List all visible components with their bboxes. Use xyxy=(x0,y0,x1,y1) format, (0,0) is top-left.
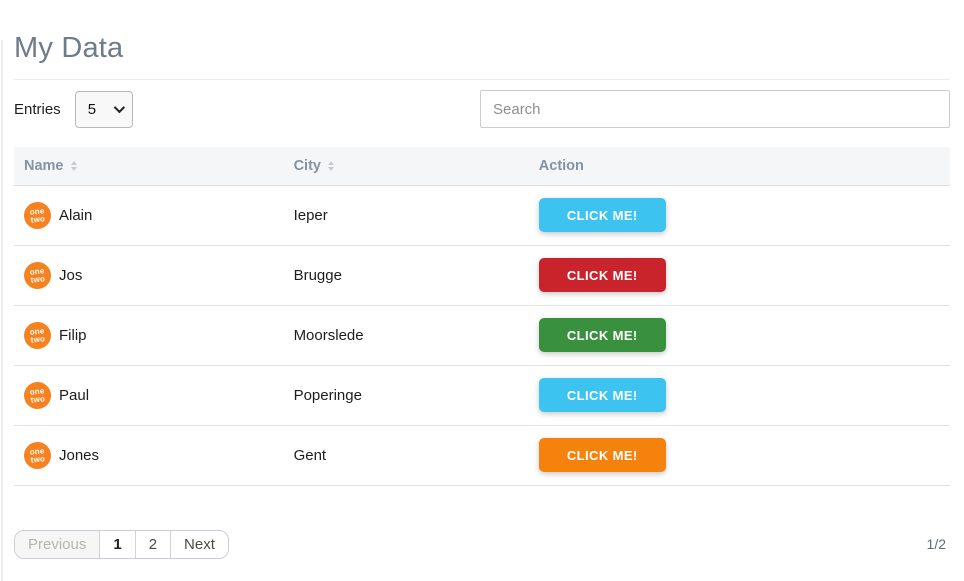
entries-control: Entries 5 xyxy=(14,91,133,128)
pagination-next-button[interactable]: Next xyxy=(171,531,228,558)
page-indicator: 1/2 xyxy=(927,536,950,552)
table-row: one two Paul Poperinge CLICK ME! xyxy=(14,365,950,425)
click-me-button[interactable]: CLICK ME! xyxy=(539,198,666,232)
click-me-button[interactable]: CLICK ME! xyxy=(539,258,666,292)
city-cell: Brugge xyxy=(284,245,529,305)
column-header-city-label: City xyxy=(294,158,321,174)
data-table: Name City Action o xyxy=(14,147,950,486)
table-row: one two Jones Gent CLICK ME! xyxy=(14,425,950,485)
entries-select-wrap: 5 xyxy=(75,91,133,128)
pagination-previous-button[interactable]: Previous xyxy=(15,531,100,558)
pagination-page-2[interactable]: 2 xyxy=(136,531,171,558)
name-cell: Jos xyxy=(59,267,82,284)
title-divider xyxy=(14,79,950,80)
click-me-button[interactable]: CLICK ME! xyxy=(539,378,666,412)
click-me-button[interactable]: CLICK ME! xyxy=(539,438,666,472)
table-row: one two Alain Ieper CLICK ME! xyxy=(14,185,950,245)
name-cell: Filip xyxy=(59,327,87,344)
sort-icon xyxy=(71,161,77,171)
table-row: one two Jos Brugge CLICK ME! xyxy=(14,245,950,305)
column-header-name[interactable]: Name xyxy=(14,147,284,185)
onetwo-logo-avatar: one two xyxy=(23,380,53,410)
column-header-action-label: Action xyxy=(539,158,584,174)
table-header-row: Name City Action xyxy=(14,147,950,185)
column-header-name-label: Name xyxy=(24,158,64,174)
onetwo-logo-avatar: one two xyxy=(23,440,53,470)
table-row: one two Filip Moorslede CLICK ME! xyxy=(14,305,950,365)
onetwo-logo-avatar: one two xyxy=(23,260,53,290)
name-cell: Paul xyxy=(59,387,89,404)
city-cell: Poperinge xyxy=(284,365,529,425)
onetwo-logo-avatar: one two xyxy=(23,320,53,350)
table-controls: Entries 5 xyxy=(14,90,950,128)
click-me-button[interactable]: CLICK ME! xyxy=(539,318,666,352)
window-left-edge xyxy=(1,40,3,581)
name-cell: Alain xyxy=(59,207,92,224)
page-container: My Data Entries 5 Name xyxy=(0,32,964,559)
table-footer: Previous 1 2 Next 1/2 xyxy=(14,530,950,559)
entries-select[interactable]: 5 xyxy=(75,91,133,128)
entries-label: Entries xyxy=(14,101,61,118)
search-input[interactable] xyxy=(480,90,950,128)
column-header-action: Action xyxy=(529,147,950,185)
page-title: My Data xyxy=(14,32,950,65)
pagination-page-1[interactable]: 1 xyxy=(100,531,135,558)
pagination: Previous 1 2 Next xyxy=(14,530,229,559)
sort-icon xyxy=(328,161,334,171)
city-cell: Gent xyxy=(284,425,529,485)
onetwo-logo-avatar: one two xyxy=(23,200,53,230)
city-cell: Ieper xyxy=(284,185,529,245)
city-cell: Moorslede xyxy=(284,305,529,365)
column-header-city[interactable]: City xyxy=(284,147,529,185)
name-cell: Jones xyxy=(59,447,99,464)
